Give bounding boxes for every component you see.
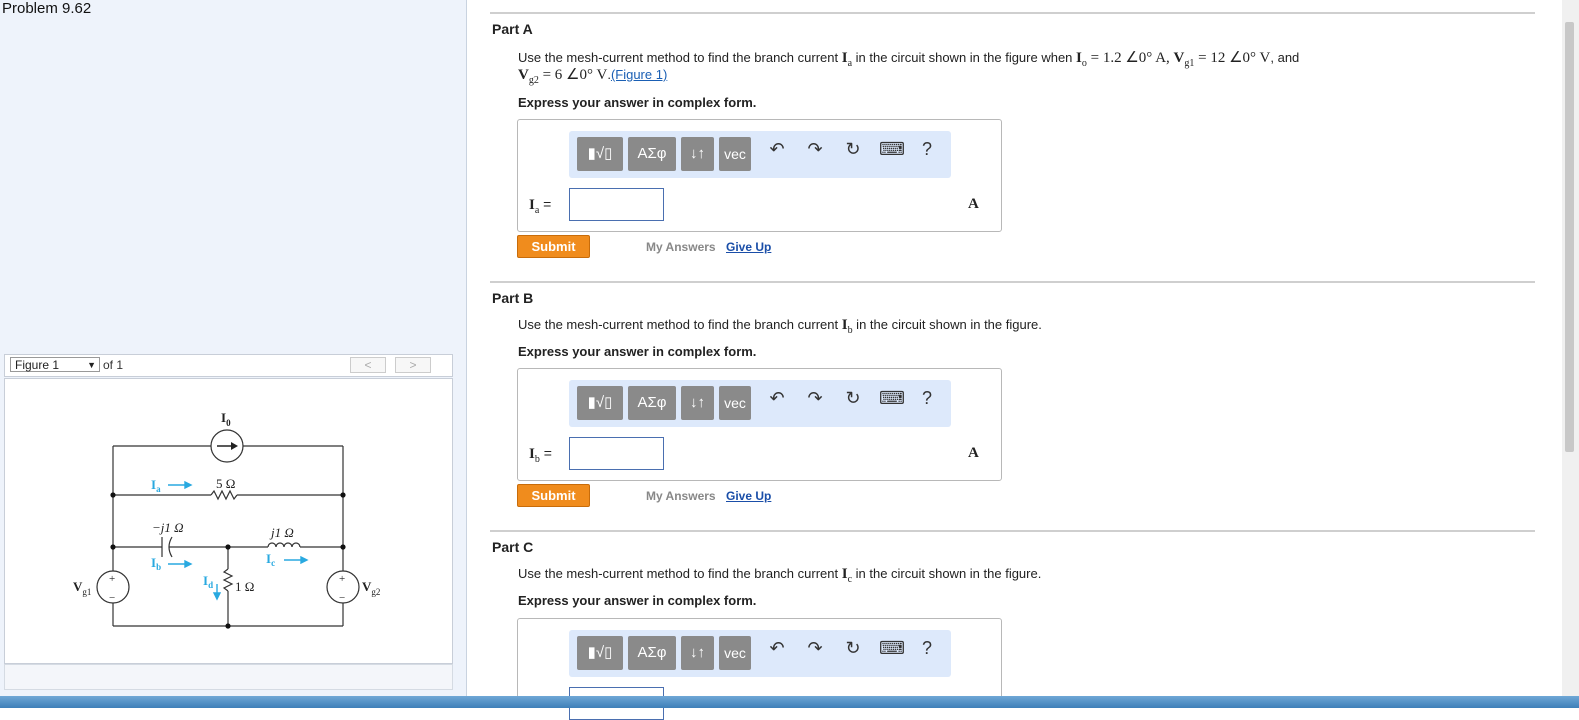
part-b-toolbar: ▮√▯ ΑΣφ ↓↑ vec ↶ ↷ ↻ ⌨ ? (569, 380, 951, 427)
keyboard-icon[interactable]: ⌨ (879, 388, 905, 409)
vg2-plus: + (339, 573, 345, 585)
part-a-submit-button[interactable]: Submit (517, 235, 590, 258)
part-a-give-up-link[interactable]: Give Up (726, 240, 771, 254)
help-icon[interactable]: ? (916, 638, 938, 659)
svg-text:−: − (339, 592, 345, 604)
redo-icon[interactable]: ↷ (804, 388, 826, 409)
svg-text:Vg2: Vg2 (362, 579, 380, 597)
figure-panel: I0 5 Ω −j1 Ω j1 Ω 1 Ω Vg1 Vg2 + − + − Ia… (4, 378, 453, 664)
templates-button[interactable]: ▮√▯ (577, 386, 623, 420)
figure-footer (4, 664, 453, 690)
vec-button[interactable]: vec (719, 137, 751, 171)
arrows-button[interactable]: ↓↑ (681, 636, 714, 670)
greek-symbols-button[interactable]: ΑΣφ (628, 137, 676, 171)
part-c-toolbar: ▮√▯ ΑΣφ ↓↑ vec ↶ ↷ ↻ ⌨ ? (569, 630, 951, 677)
keyboard-icon[interactable]: ⌨ (879, 638, 905, 659)
circuit-diagram: I0 5 Ω −j1 Ω j1 Ω 1 Ω Vg1 Vg2 + − + − Ia… (73, 410, 380, 629)
part-b-question: Use the mesh-current method to find the … (518, 317, 1042, 336)
part-a-toolbar: ▮√▯ ΑΣφ ↓↑ vec ↶ ↷ ↻ ⌨ ? (569, 131, 951, 178)
svg-text:−: − (109, 592, 115, 604)
svg-text:Id: Id (203, 573, 213, 590)
dropdown-arrow-icon: ▼ (87, 360, 96, 370)
vec-button[interactable]: vec (719, 386, 751, 420)
part-a-divider (490, 12, 1535, 14)
r1-label: 1 Ω (235, 579, 254, 594)
redo-icon[interactable]: ↷ (804, 139, 826, 160)
svg-text:Ia: Ia (151, 477, 161, 494)
vg1-plus: + (109, 573, 115, 585)
part-b-unit: A (968, 445, 979, 461)
keyboard-icon[interactable]: ⌨ (879, 139, 905, 160)
part-b-title: Part B (492, 290, 534, 306)
arrows-button[interactable]: ↓↑ (681, 386, 714, 420)
vg2-minus: − (339, 592, 345, 604)
undo-icon[interactable]: ↶ (766, 139, 788, 160)
part-b-give-up-link[interactable]: Give Up (726, 489, 771, 503)
part-a-title: Part A (492, 21, 533, 37)
help-icon[interactable]: ? (916, 388, 938, 409)
part-c-question: Use the mesh-current method to find the … (518, 566, 1042, 585)
next-figure-button[interactable]: > (395, 357, 431, 373)
part-b-answer-input[interactable] (569, 437, 664, 470)
reset-icon[interactable]: ↻ (842, 388, 864, 409)
left-panel: Problem 9.62 Figure 1 ▼ of 1 < > I0 5 Ω … (0, 0, 467, 696)
scrollbar-thumb[interactable] (1565, 22, 1574, 452)
svg-text:+: + (109, 573, 115, 585)
part-b-answer-box: ▮√▯ ΑΣφ ↓↑ vec ↶ ↷ ↻ ⌨ ? Ib = A (517, 368, 1002, 481)
greek-symbols-button[interactable]: ΑΣφ (628, 386, 676, 420)
svg-text:Vg1: Vg1 (73, 579, 91, 597)
figure-select[interactable]: Figure 1 ▼ (10, 357, 100, 372)
r5-label: 5 Ω (216, 476, 235, 491)
part-b-instructions: Express your answer in complex form. (518, 344, 757, 359)
arrows-button[interactable]: ↓↑ (681, 137, 714, 171)
part-a-question-line2: Vg2 = 6 ∠0° V.(Figure 1) (518, 67, 668, 86)
undo-icon[interactable]: ↶ (766, 638, 788, 659)
undo-icon[interactable]: ↶ (766, 388, 788, 409)
figure-count: of 1 (103, 358, 124, 372)
reset-icon[interactable]: ↻ (842, 638, 864, 659)
part-a-answer-input[interactable] (569, 188, 664, 221)
part-c-divider (490, 530, 1535, 532)
part-b-answer-label: Ib = (529, 445, 552, 465)
svg-text:j1 Ω: j1 Ω (269, 525, 294, 540)
figure-select-value: Figure 1 (15, 358, 60, 372)
part-b-submit-button[interactable]: Submit (517, 484, 590, 507)
part-c-instructions: Express your answer in complex form. (518, 593, 757, 608)
reset-icon[interactable]: ↻ (842, 139, 864, 160)
svg-text:+: + (339, 573, 345, 585)
vg1-minus: − (109, 592, 115, 604)
os-taskbar (0, 696, 1579, 708)
svg-text:I0: I0 (221, 410, 231, 428)
redo-icon[interactable]: ↷ (804, 638, 826, 659)
figure-navigation-bar: Figure 1 ▼ of 1 < > (4, 354, 453, 377)
problem-title: Problem 9.62 (2, 0, 92, 17)
part-c-title: Part C (492, 539, 534, 555)
capacitor-label: −j1 Ω (152, 520, 184, 535)
svg-text:1 Ω: 1 Ω (235, 579, 254, 594)
part-a-instructions: Express your answer in complex form. (518, 95, 757, 110)
prev-figure-button[interactable]: < (350, 357, 386, 373)
svg-text:5 Ω: 5 Ω (216, 476, 235, 491)
svg-text:Ib: Ib (151, 555, 161, 572)
templates-button[interactable]: ▮√▯ (577, 636, 623, 670)
part-a-unit: A (968, 196, 979, 212)
svg-text:Ic: Ic (266, 551, 275, 568)
part-a-my-answers-link[interactable]: My Answers (646, 240, 716, 254)
help-icon[interactable]: ? (916, 139, 938, 160)
part-b-my-answers-link[interactable]: My Answers (646, 489, 716, 503)
part-b-divider (490, 281, 1535, 283)
part-a-answer-box: ▮√▯ ΑΣφ ↓↑ vec ↶ ↷ ↻ ⌨ ? Ia = A (517, 119, 1002, 232)
greek-symbols-button[interactable]: ΑΣφ (628, 636, 676, 670)
vec-button[interactable]: vec (719, 636, 751, 670)
part-a-answer-label: Ia = (529, 196, 552, 216)
part-c-answer-box: ▮√▯ ΑΣφ ↓↑ vec ↶ ↷ ↻ ⌨ ? (517, 618, 1002, 720)
figure-1-link[interactable]: (Figure 1) (611, 67, 667, 82)
svg-text:−j1 Ω: −j1 Ω (152, 520, 184, 535)
templates-button[interactable]: ▮√▯ (577, 137, 623, 171)
inductor-label: j1 Ω (269, 525, 294, 540)
